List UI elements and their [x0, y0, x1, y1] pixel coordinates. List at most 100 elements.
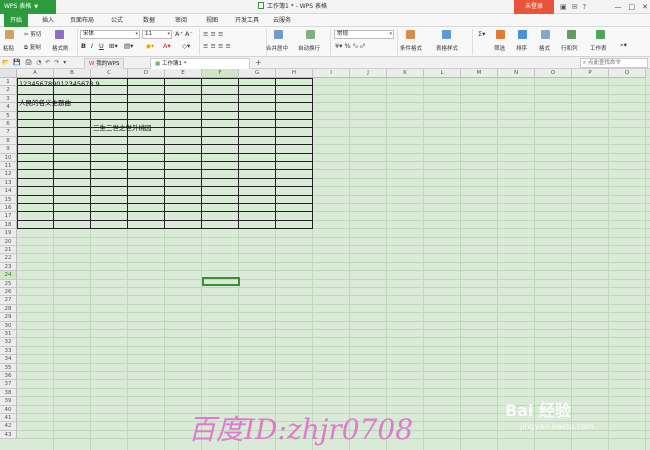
- column-header-i[interactable]: I: [313, 69, 350, 78]
- column-header-h[interactable]: H: [276, 69, 313, 78]
- column-header-d[interactable]: D: [128, 69, 165, 78]
- paste-label[interactable]: 粘贴: [3, 44, 14, 52]
- format-button[interactable]: [541, 30, 550, 41]
- add-tab-icon[interactable]: +: [255, 57, 262, 69]
- tab-developer[interactable]: 开发工具: [235, 14, 259, 27]
- font-size-adjust[interactable]: A⁺ A⁻: [175, 30, 193, 39]
- row-header-11[interactable]: 11: [0, 162, 17, 171]
- row-header-13[interactable]: 13: [0, 178, 17, 188]
- table-style-button[interactable]: [442, 30, 451, 41]
- cut-button[interactable]: ✂ 剪切: [24, 30, 41, 38]
- spreadsheet-grid[interactable]: ABCDEFGHIJKLMNOPQ 1 2 3 4 5 6 7 8 9 10 11 12 13 14 15 1…: [0, 69, 650, 450]
- number-format-select[interactable]: 常规 ▾: [334, 30, 394, 39]
- cell-a1[interactable]: 123456789012345678 9: [19, 80, 100, 88]
- bold-button[interactable]: B: [81, 42, 86, 51]
- row-header-5[interactable]: 5: [0, 111, 17, 120]
- row-header-29[interactable]: 29: [0, 313, 17, 322]
- worksheet-label[interactable]: 工作表: [590, 44, 607, 52]
- tab-view[interactable]: 视图: [206, 14, 218, 27]
- row-header-19[interactable]: 19: [0, 229, 17, 238]
- row-header-8[interactable]: 8: [0, 136, 17, 146]
- row-header-33[interactable]: 33: [0, 346, 17, 356]
- row-header-41[interactable]: 41: [0, 414, 17, 423]
- row-header-34[interactable]: 34: [0, 355, 17, 364]
- row-header-37[interactable]: 37: [0, 380, 17, 389]
- column-header-a[interactable]: A: [17, 69, 54, 78]
- row-header-25[interactable]: 25: [0, 279, 17, 288]
- column-header-g[interactable]: G: [239, 69, 276, 78]
- column-header-l[interactable]: L: [424, 69, 461, 78]
- row-header-15[interactable]: 15: [0, 195, 17, 204]
- row-header-43[interactable]: 43: [0, 430, 17, 440]
- row-header-36[interactable]: 36: [0, 372, 17, 381]
- row-header-3[interactable]: 3: [0, 94, 17, 104]
- help-icon[interactable]: ?: [583, 3, 587, 11]
- feedback-icon[interactable]: ✉: [572, 3, 578, 11]
- active-cell-f24[interactable]: [202, 277, 240, 286]
- horizontal-align-buttons[interactable]: ≡ ≡ ≡ ≡: [203, 42, 231, 51]
- font-name-select[interactable]: 宋体 ▾: [80, 30, 140, 39]
- wrap-text-label[interactable]: 自动换行: [298, 44, 320, 52]
- merge-center-button[interactable]: [274, 30, 283, 41]
- column-header-j[interactable]: J: [350, 69, 387, 78]
- wps-app-menu-button[interactable]: WPS 表格 ▼: [0, 0, 56, 14]
- filter-button[interactable]: [496, 30, 505, 41]
- rows-cols-label[interactable]: 行和列: [561, 44, 578, 52]
- row-header-30[interactable]: 30: [0, 321, 17, 330]
- tab-mywps[interactable]: W 我的WPS: [84, 58, 125, 69]
- tab-workbook[interactable]: ▦ 工作簿1 *: [150, 58, 250, 69]
- row-header-21[interactable]: 21: [0, 246, 17, 255]
- find-button[interactable]: ⌕▾: [620, 41, 627, 50]
- wrap-text-button[interactable]: [306, 30, 315, 41]
- row-header-28[interactable]: 28: [0, 304, 17, 314]
- table-style-label[interactable]: 表格样式: [436, 44, 458, 52]
- column-header-m[interactable]: M: [461, 69, 498, 78]
- column-header-f[interactable]: F: [202, 69, 239, 78]
- font-color-button[interactable]: A▾: [163, 42, 171, 51]
- sort-button[interactable]: [518, 30, 527, 41]
- fill-color-button[interactable]: ◆▾: [146, 42, 154, 51]
- number-style-buttons[interactable]: ¥▾ % ⁰₀ ₀⁰: [335, 42, 365, 51]
- conditional-format-label[interactable]: 条件格式: [400, 44, 422, 52]
- row-header-39[interactable]: 39: [0, 397, 17, 406]
- column-header-q[interactable]: Q: [609, 69, 646, 78]
- row-header-23[interactable]: 23: [0, 262, 17, 272]
- row-header-27[interactable]: 27: [0, 296, 17, 305]
- row-header-12[interactable]: 12: [0, 170, 17, 179]
- tab-formulas[interactable]: 公式: [111, 14, 123, 27]
- vertical-align-buttons[interactable]: ≡ ≡ ≡: [203, 30, 223, 39]
- tab-review[interactable]: 审阅: [175, 14, 187, 27]
- column-header-b[interactable]: B: [54, 69, 91, 78]
- font-size-select[interactable]: 11 ▾: [142, 30, 172, 39]
- minimize-icon[interactable]: —: [615, 3, 622, 11]
- row-header-24[interactable]: 24: [0, 271, 17, 280]
- row-header-10[interactable]: 10: [0, 153, 17, 162]
- tab-insert[interactable]: 插入: [42, 14, 54, 27]
- row-header-42[interactable]: 42: [0, 422, 17, 431]
- format-painter-button[interactable]: [55, 30, 64, 41]
- format-label[interactable]: 格式: [539, 44, 550, 52]
- row-header-40[interactable]: 40: [0, 405, 17, 414]
- italic-button[interactable]: I: [91, 42, 93, 51]
- column-header-o[interactable]: O: [535, 69, 572, 78]
- select-all-corner[interactable]: [0, 69, 17, 78]
- row-header-31[interactable]: 31: [0, 330, 17, 339]
- column-header-c[interactable]: C: [91, 69, 128, 78]
- merge-center-label[interactable]: 合并居中: [266, 44, 288, 52]
- underline-button[interactable]: U: [99, 42, 104, 51]
- maximize-icon[interactable]: □: [629, 3, 636, 11]
- tab-data[interactable]: 数据: [143, 14, 155, 27]
- command-search-input[interactable]: ⌕ 点此查找命令: [580, 58, 648, 68]
- column-header-n[interactable]: N: [498, 69, 535, 78]
- row-header-32[interactable]: 32: [0, 338, 17, 347]
- cell-c6[interactable]: 三生三世之世外桃园: [93, 122, 152, 132]
- row-header-14[interactable]: 14: [0, 187, 17, 196]
- tab-home[interactable]: 开始: [4, 14, 29, 27]
- worksheet-button[interactable]: [596, 30, 605, 41]
- row-header-6[interactable]: 6: [0, 120, 17, 129]
- rows-cols-button[interactable]: [567, 30, 576, 41]
- column-header-k[interactable]: K: [387, 69, 424, 78]
- borders-button[interactable]: ⊞▾: [109, 42, 118, 51]
- merge-icon-button[interactable]: ▤▾: [124, 42, 133, 51]
- tab-page-layout[interactable]: 页面布局: [70, 14, 94, 27]
